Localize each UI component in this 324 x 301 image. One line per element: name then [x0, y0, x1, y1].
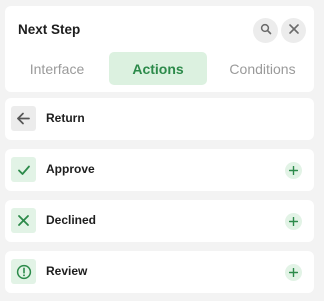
action-label: Declined [46, 213, 97, 227]
check-icon [11, 157, 36, 182]
search-button[interactable] [253, 18, 278, 43]
action-label: Review [46, 264, 88, 278]
action-row-return[interactable]: Return [5, 98, 314, 140]
plus-icon [288, 213, 299, 231]
action-row-review[interactable]: Review [5, 251, 314, 293]
tab-bar: Interface Actions Conditions [5, 52, 314, 85]
tab-interface[interactable]: Interface [13, 52, 101, 85]
x-icon [11, 208, 36, 233]
close-button[interactable] [281, 18, 306, 43]
action-row-approve[interactable]: Approve [5, 149, 314, 191]
action-row-declined[interactable]: Declined [5, 200, 314, 242]
next-step-panel: Next Step Interface Actions Conditions [5, 6, 314, 92]
close-icon [288, 22, 300, 40]
action-label: Approve [46, 162, 95, 176]
add-review-button[interactable] [285, 264, 302, 281]
action-label: Return [46, 111, 85, 125]
arrow-left-icon [11, 106, 36, 131]
plus-icon [288, 264, 299, 282]
search-icon [260, 22, 272, 40]
tab-conditions[interactable]: Conditions [215, 52, 310, 85]
add-declined-button[interactable] [285, 213, 302, 230]
panel-title: Next Step [18, 22, 81, 37]
tab-actions[interactable]: Actions [109, 52, 207, 85]
add-approve-button[interactable] [285, 162, 302, 179]
plus-icon [288, 162, 299, 180]
exclamation-circle-icon [11, 259, 36, 284]
